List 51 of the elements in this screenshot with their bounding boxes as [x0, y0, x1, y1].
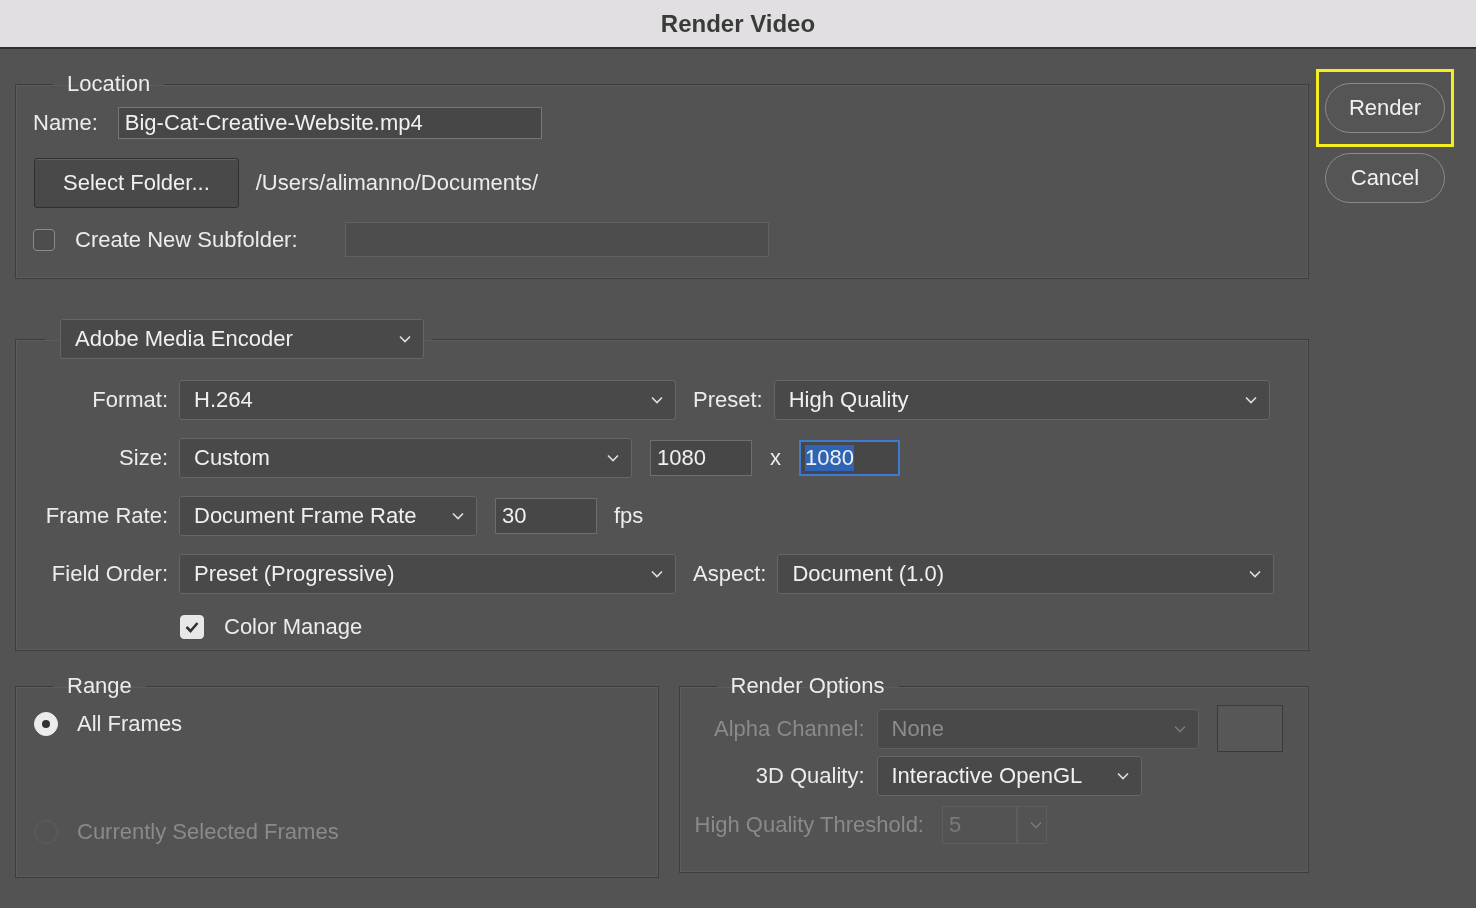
subfolder-checkbox[interactable]	[33, 228, 55, 251]
field-value: 1080	[657, 445, 706, 471]
radio-label: All Frames	[77, 711, 183, 737]
times-sign: x	[770, 445, 781, 471]
fps-field[interactable]: 30	[495, 498, 597, 534]
dialog-button[interactable]: Render	[1325, 83, 1445, 133]
field-value: 30	[502, 503, 527, 529]
encoder-dropdown[interactable]: Adobe Media Encoder	[60, 319, 424, 359]
field-label: Preset:	[693, 387, 763, 413]
name-field[interactable]: Big-Cat-Creative-Website.mp4	[117, 107, 542, 139]
checkbox-label: Create New Subfolder:	[75, 226, 298, 253]
field-label: Name:	[33, 110, 98, 136]
chevron-icon	[1244, 396, 1257, 404]
chevron-icon	[1116, 772, 1129, 780]
field-value: 1080	[805, 445, 854, 471]
folder-path: /Users/alimanno/Documents/	[255, 170, 539, 196]
section-title: Range	[66, 673, 133, 699]
chevron-icon	[607, 454, 619, 462]
section-title: Location	[66, 71, 152, 97]
window-title: Render Video	[660, 9, 816, 38]
frame-rate-dropdown[interactable]: Document Frame Rate	[179, 496, 477, 536]
select-folder-button[interactable]: Select Folder...	[34, 158, 239, 208]
dialog-button[interactable]: Cancel	[1325, 153, 1445, 203]
preset-dropdown[interactable]: High Quality	[773, 380, 1270, 420]
field-label: Size:	[118, 445, 168, 471]
quality-dropdown[interactable]: Interactive OpenGL	[876, 756, 1142, 796]
checkbox-label: Color Manage	[224, 614, 363, 640]
color-swatch[interactable]	[1216, 705, 1283, 752]
color-manage-checkbox[interactable]	[180, 615, 204, 639]
field-label: Format:	[91, 387, 168, 413]
field-label: Frame Rate:	[44, 503, 168, 529]
size-dropdown[interactable]: Custom	[179, 438, 632, 478]
field-label: Aspect:	[693, 561, 767, 587]
height-field[interactable]: 1080	[799, 440, 900, 476]
chevron-icon	[399, 335, 411, 343]
unit-label: fps	[614, 503, 644, 529]
chevron-icon	[1030, 821, 1042, 829]
chevron-icon	[651, 570, 663, 578]
chevron-icon	[452, 512, 464, 520]
format-dropdown[interactable]: H.264	[179, 380, 676, 420]
field-label: 3D Quality:	[754, 763, 865, 789]
width-field[interactable]: 1080	[650, 440, 752, 476]
stepper-button[interactable]	[1017, 806, 1047, 844]
checkmark-icon	[185, 621, 199, 633]
chevron-icon	[651, 396, 663, 404]
field-order-dropdown[interactable]: Preset (Progressive)	[179, 554, 676, 594]
aspect-dropdown[interactable]: Document (1.0)	[777, 554, 1275, 594]
field-label: Field Order:	[50, 561, 168, 587]
chevron-icon	[1173, 724, 1186, 733]
section-title: Render Options	[729, 673, 886, 699]
chevron-icon	[1249, 570, 1262, 578]
